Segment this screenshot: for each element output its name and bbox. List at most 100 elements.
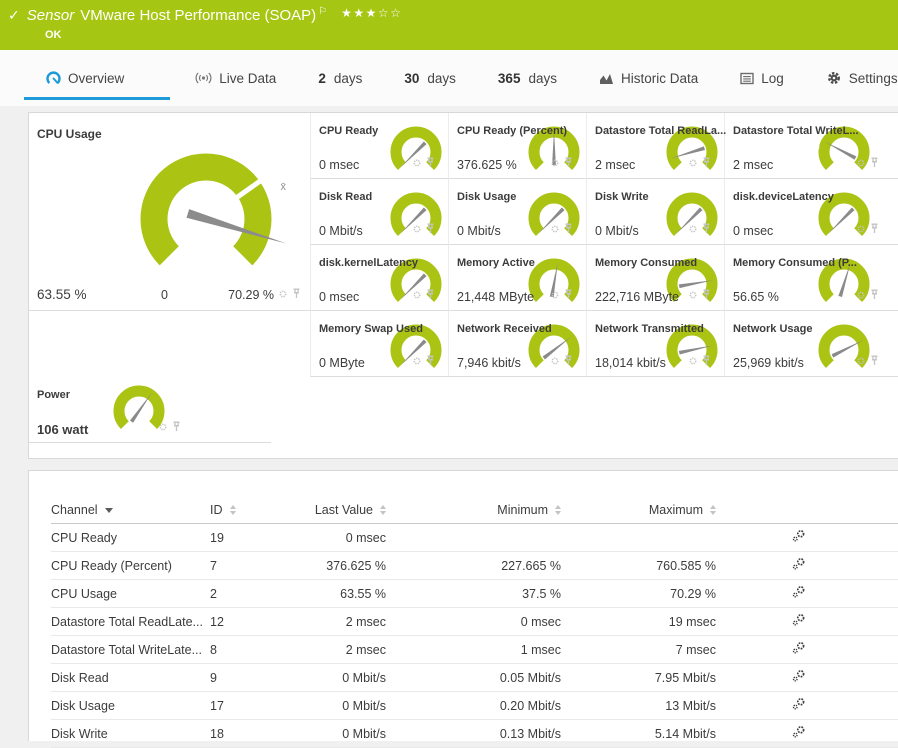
gauge-value: 56.65 %: [733, 290, 779, 304]
gauge-dial: x̄: [29, 113, 308, 309]
channel-table-panel: ChannelIDLast ValueMinimumMaximum CPU Rea…: [28, 470, 898, 741]
pin-icon[interactable]: [870, 353, 879, 371]
gear-icon[interactable]: [856, 221, 866, 239]
gear-icon[interactable]: [688, 353, 698, 371]
gauge-title: Memory Consumed: [595, 257, 697, 269]
channel-name[interactable]: Disk Read: [51, 671, 199, 685]
gauge-title: Power: [37, 389, 70, 401]
gauge-title: Network Received: [457, 323, 552, 335]
column-header-maximum[interactable]: Maximum: [561, 503, 716, 517]
gear-icon[interactable]: [688, 155, 698, 173]
gear-icon[interactable]: [856, 155, 866, 173]
gauge-cell-network-received: Network Received7,946 kbit/s: [448, 311, 586, 377]
gear-icon[interactable]: [856, 353, 866, 371]
pin-icon[interactable]: [426, 155, 435, 173]
tab-30-days[interactable]: 30days: [387, 50, 473, 106]
channel-name[interactable]: CPU Ready (Percent): [51, 559, 199, 573]
pin-icon[interactable]: [426, 287, 435, 305]
gauge-cell-memory-swap-used: Memory Swap Used0 MByte: [310, 311, 448, 377]
channel-settings-icon[interactable]: [792, 669, 806, 686]
pin-icon[interactable]: [702, 287, 711, 305]
pin-icon[interactable]: [426, 353, 435, 371]
chart-icon: [599, 72, 614, 85]
channel-settings-icon[interactable]: [792, 641, 806, 658]
gear-icon[interactable]: [550, 287, 560, 305]
tab-2-days[interactable]: 2days: [301, 50, 379, 106]
gear-icon[interactable]: [412, 221, 422, 239]
pin-icon[interactable]: [172, 419, 181, 437]
gauge-cell-cpu-usage: x̄ CPU Usage63.55 %070.29 %: [29, 113, 310, 311]
channel-minimum: 1 msec: [386, 643, 561, 657]
tab-log[interactable]: Log: [723, 50, 801, 106]
column-header-last-value[interactable]: Last Value: [296, 503, 386, 517]
sensor-label: Sensor: [27, 7, 75, 24]
gauge-cell-cpu-ready: CPU Ready0 msec: [310, 113, 448, 179]
channel-name[interactable]: CPU Usage: [51, 587, 199, 601]
channel-maximum: 760.585 %: [561, 559, 716, 573]
pin-icon[interactable]: [426, 221, 435, 239]
pin-icon[interactable]: [564, 353, 573, 371]
pin-icon[interactable]: [292, 286, 301, 304]
avg-marker-label: x̄: [281, 181, 287, 193]
gauge-value: 25,969 kbit/s: [733, 356, 804, 370]
channel-id: 8: [199, 643, 296, 657]
column-header-channel[interactable]: Channel: [51, 503, 199, 517]
channel-minimum: 0.20 Mbit/s: [386, 699, 561, 713]
gauge-value: 376.625 %: [457, 158, 517, 172]
gauge-min-label: 0: [161, 288, 168, 302]
tab-365-days[interactable]: 365days: [481, 50, 574, 106]
channel-settings-icon[interactable]: [792, 557, 806, 574]
channel-name[interactable]: Disk Write: [51, 727, 199, 741]
column-header-id[interactable]: ID: [199, 503, 296, 517]
gear-icon[interactable]: [688, 287, 698, 305]
channel-id: 19: [199, 531, 296, 545]
tab-label: days: [528, 71, 557, 86]
table-row-cpu-ready-percent: CPU Ready (Percent)7376.625 %227.665 %76…: [51, 552, 898, 580]
pin-icon[interactable]: [702, 155, 711, 173]
tab-settings[interactable]: Settings: [809, 50, 898, 106]
gear-icon[interactable]: [412, 353, 422, 371]
gear-icon[interactable]: [550, 221, 560, 239]
tab-overview[interactable]: Overview: [24, 50, 170, 106]
pin-icon[interactable]: [702, 353, 711, 371]
gear-icon[interactable]: [412, 155, 422, 173]
gear-icon[interactable]: [158, 419, 168, 437]
gear-icon[interactable]: [550, 353, 560, 371]
tab-historic-data[interactable]: Historic Data: [582, 50, 715, 106]
channel-id: 9: [199, 671, 296, 685]
channel-name[interactable]: CPU Ready: [51, 531, 199, 545]
channel-settings-icon[interactable]: [792, 697, 806, 714]
gear-icon[interactable]: [412, 287, 422, 305]
channel-name[interactable]: Disk Usage: [51, 699, 199, 713]
tab-live-data[interactable]: Live Data: [178, 50, 293, 106]
channel-name[interactable]: Datastore Total WriteLate...: [51, 643, 199, 657]
channel-settings-icon[interactable]: [792, 529, 806, 546]
gauge-value: 21,448 MByte: [457, 290, 534, 304]
column-header-minimum[interactable]: Minimum: [386, 503, 561, 517]
gauge-value: 0 MByte: [319, 356, 365, 370]
channel-settings-icon[interactable]: [792, 725, 806, 742]
gear-icon[interactable]: [550, 155, 560, 173]
gauge-title: Disk Read: [319, 191, 372, 203]
gear-icon[interactable]: [278, 286, 288, 304]
sort-icon: [230, 505, 236, 515]
gauges-panel: x̄ CPU Usage63.55 %070.29 % CPU Ready0 m…: [28, 112, 898, 459]
pin-icon[interactable]: [564, 287, 573, 305]
tab-prefix: 2: [318, 71, 326, 86]
gear-icon[interactable]: [688, 221, 698, 239]
star-rating[interactable]: ★★★☆☆: [341, 6, 402, 20]
gauge-title: CPU Ready: [319, 125, 378, 137]
pin-icon[interactable]: [564, 155, 573, 173]
channel-name[interactable]: Datastore Total ReadLate...: [51, 615, 199, 629]
pin-icon[interactable]: [702, 221, 711, 239]
pin-icon[interactable]: [870, 287, 879, 305]
flag-icon[interactable]: ⚐: [318, 6, 327, 17]
pin-icon[interactable]: [564, 221, 573, 239]
gear-icon[interactable]: [856, 287, 866, 305]
channel-minimum: 0 msec: [386, 615, 561, 629]
channel-settings-icon[interactable]: [792, 613, 806, 630]
gauge-title: CPU Ready (Percent): [457, 125, 567, 137]
channel-settings-icon[interactable]: [792, 585, 806, 602]
pin-icon[interactable]: [870, 221, 879, 239]
pin-icon[interactable]: [870, 155, 879, 173]
